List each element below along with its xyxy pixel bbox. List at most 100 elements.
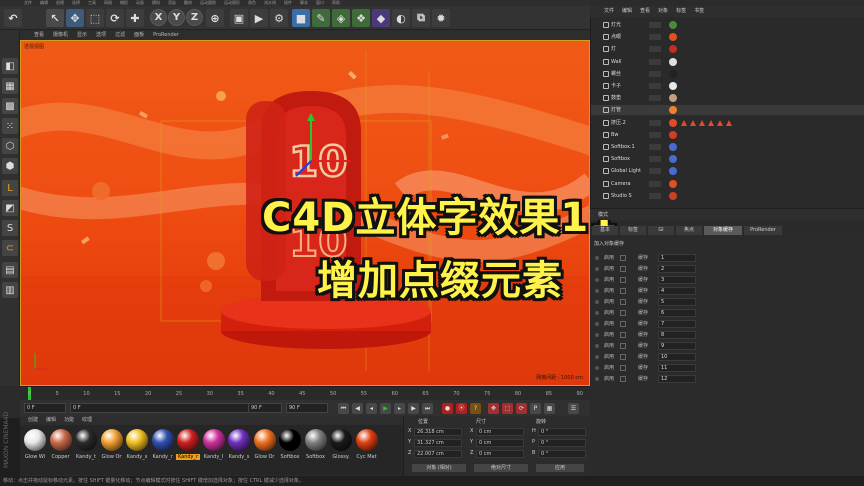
timeline-layout-icon[interactable]: ☰ (568, 403, 579, 414)
end-frame-field[interactable]: 90 F (286, 403, 328, 413)
buffer-number-field[interactable]: 7 (658, 320, 696, 328)
enable-checkbox[interactable] (620, 299, 626, 305)
material-swatch[interactable]: Softbox (278, 429, 302, 460)
rotation-field[interactable]: 0 ° (538, 450, 586, 458)
move-icon[interactable]: ✥ (66, 9, 84, 27)
rotation-field[interactable]: 0 ° (538, 439, 586, 447)
material-tag-icon[interactable] (669, 155, 677, 164)
visibility-flags[interactable] (649, 34, 661, 41)
pen-icon[interactable]: ✎ (312, 9, 330, 27)
visibility-flags[interactable] (649, 156, 661, 163)
deformer-icon[interactable]: ◆ (372, 9, 390, 27)
material-menu-item[interactable]: 功能 (64, 416, 74, 425)
object-row[interactable]: Bw (591, 130, 864, 140)
size-field[interactable]: 0 cm (476, 439, 524, 447)
viewport-menu-item[interactable]: 选项 (96, 30, 106, 40)
apply-button[interactable]: 应用 (536, 464, 584, 472)
size-field[interactable]: 0 cm (476, 428, 524, 436)
attribute-tab[interactable]: 焦点 (676, 226, 702, 235)
enable-checkbox[interactable] (620, 332, 626, 338)
buffer-number-field[interactable]: 6 (658, 309, 696, 317)
enable-checkbox[interactable] (620, 354, 626, 360)
tweak-icon[interactable]: ◩ (2, 200, 18, 216)
material-swatch[interactable]: Kandy_r (176, 429, 200, 460)
axis-mode-icon[interactable]: L (2, 180, 18, 196)
grid-icon[interactable]: ▥ (2, 282, 18, 298)
attribute-tab[interactable]: GI (648, 226, 674, 235)
enable-checkbox[interactable] (620, 288, 626, 294)
material-swatch[interactable]: Glow Or (100, 429, 124, 460)
material-tag-icon[interactable] (669, 45, 677, 54)
model-mode-icon[interactable]: ▦ (2, 78, 18, 94)
timeline[interactable]: 0 5 10 15 20 25 30 35 40 45 50 55 60 65 70 75 80 85 90 (20, 386, 590, 401)
material-tag-icon[interactable] (669, 57, 677, 66)
triangle-tag-icon[interactable] (699, 119, 705, 126)
material-tag-icon[interactable] (669, 33, 677, 42)
material-swatch[interactable]: Cyc Mat (355, 429, 379, 460)
step-forward-icon[interactable]: ▸ (394, 403, 405, 414)
enable-checkbox[interactable] (620, 321, 626, 327)
goto-start-icon[interactable]: ⏮ (338, 403, 349, 414)
keyframe-selection-icon[interactable]: ? (470, 403, 481, 414)
undo-icon[interactable]: ↶ (4, 9, 22, 27)
material-swatch[interactable]: Glossy. (329, 429, 353, 460)
position-field[interactable]: 31.327 cm (414, 439, 462, 447)
environment-icon[interactable]: ◐ (392, 9, 410, 27)
size-mode-select[interactable]: 绝对尺寸 (474, 464, 528, 472)
buffer-number-field[interactable]: 11 (658, 364, 696, 372)
points-mode-icon[interactable]: ⁙ (2, 118, 18, 134)
object-row[interactable]: 卡子 (591, 81, 864, 91)
live-select-icon[interactable]: ↖ (46, 9, 64, 27)
autokey-icon[interactable]: ⦿ (456, 403, 467, 414)
material-menu-item[interactable]: 纹理 (82, 416, 92, 425)
object-manager-menu-item[interactable]: 书签 (694, 6, 704, 17)
position-field[interactable]: 22.007 cm (414, 450, 462, 458)
animate-dot-icon[interactable] (595, 377, 599, 381)
material-swatch[interactable]: Kandy_I (202, 429, 226, 460)
object-row[interactable]: 挤压.2 (591, 118, 864, 128)
edges-mode-icon[interactable]: ⬡ (2, 138, 18, 154)
rotate-icon[interactable]: ⟳ (106, 9, 124, 27)
object-manager-menu-item[interactable]: 编辑 (622, 6, 632, 17)
object-row[interactable]: 螺丝 (591, 69, 864, 79)
enable-checkbox[interactable] (620, 255, 626, 261)
material-tag-icon[interactable] (669, 118, 677, 127)
size-field[interactable]: 0 cm (476, 450, 524, 458)
animate-dot-icon[interactable] (595, 300, 599, 304)
object-row[interactable]: 灯管 (591, 105, 864, 116)
scale-icon[interactable]: ⬚ (86, 9, 104, 27)
position-field[interactable]: 26.318 cm (414, 428, 462, 436)
material-swatch[interactable]: Kandy_t (74, 429, 98, 460)
object-row[interactable]: 鼓垫 (591, 93, 864, 103)
coordinate-system-icon[interactable]: ⊕ (206, 9, 224, 27)
material-swatch[interactable]: Kandy_s (227, 429, 251, 460)
object-row[interactable]: Studio S (591, 191, 864, 201)
animate-dot-icon[interactable] (595, 256, 599, 260)
material-tag-icon[interactable] (669, 69, 677, 78)
render-picture-icon[interactable]: ▶ (250, 9, 268, 27)
position-key-icon[interactable]: ✥ (488, 403, 499, 414)
visibility-flags[interactable] (649, 119, 661, 126)
attribute-tab[interactable]: ProRender (744, 226, 782, 235)
material-tag-icon[interactable] (669, 130, 677, 139)
enable-checkbox[interactable] (620, 266, 626, 272)
material-tag-icon[interactable] (669, 143, 677, 151)
visibility-flags[interactable] (649, 58, 661, 65)
attribute-tab[interactable]: 对象缓存 (704, 226, 742, 235)
triangle-tag-icon[interactable] (681, 119, 687, 126)
visibility-flags[interactable] (649, 131, 661, 138)
animate-dot-icon[interactable] (595, 322, 599, 326)
buffer-number-field[interactable]: 9 (658, 342, 696, 350)
start-frame-field[interactable]: 0 F (24, 403, 66, 413)
object-row[interactable]: Camera (591, 179, 864, 189)
texture-mode-icon[interactable]: ▩ (2, 98, 18, 114)
workplane-icon[interactable]: ▤ (2, 262, 18, 278)
buffer-number-field[interactable]: 3 (658, 276, 696, 284)
y-axis-button[interactable]: Y (168, 9, 185, 26)
animate-dot-icon[interactable] (595, 311, 599, 315)
prev-key-icon[interactable]: ◀ (352, 403, 363, 414)
material-tag-icon[interactable] (669, 21, 677, 29)
material-swatch[interactable]: Softbox (304, 429, 328, 460)
enable-checkbox[interactable] (620, 365, 626, 371)
enable-checkbox[interactable] (620, 310, 626, 316)
